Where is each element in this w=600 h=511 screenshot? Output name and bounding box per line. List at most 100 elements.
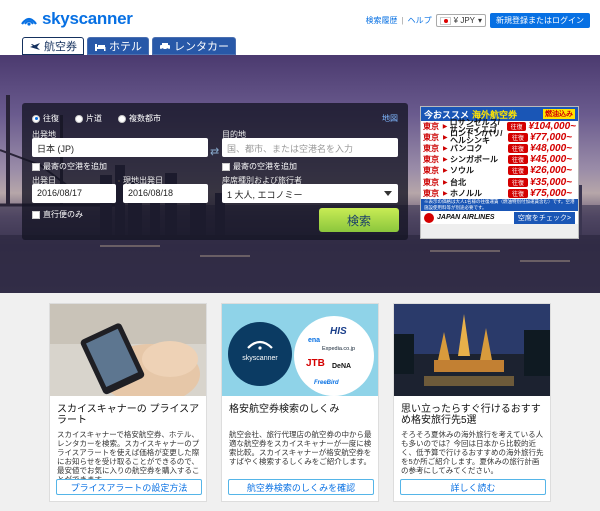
jal-logo: JAPAN AIRLINES	[424, 212, 495, 223]
checkbox-box	[222, 162, 230, 171]
map-link[interactable]: 地図	[382, 113, 398, 124]
checkbox-label: 最寄の空港を追加	[233, 162, 297, 171]
arrow-right-icon: ▶	[443, 134, 448, 141]
search-button[interactable]: 検索	[319, 208, 399, 232]
temple-photo	[394, 304, 550, 396]
fare-tag: 往復	[508, 177, 528, 187]
checkbox-box	[32, 210, 40, 219]
ad-route-row: 東京 ▶ ロンドン/パリ/ヘルシンキ 往復 ¥77,000~	[421, 129, 578, 146]
route-destination: ロンドン/パリ/ヘルシンキ	[450, 129, 503, 146]
logo-dena: DeNA	[332, 363, 351, 370]
ad-route-row: 東京 ▶ ホノルル 往復 ¥75,000~	[421, 187, 578, 200]
check-seats-button[interactable]: 空席をチェック>	[513, 211, 575, 224]
trip-type-radios: 往復 片道 複数都市	[32, 113, 161, 124]
logo-ena: ena	[308, 337, 320, 344]
skyscanner-logo[interactable]: skyscanner	[20, 9, 133, 29]
arrow-right-icon: ▶	[443, 145, 448, 152]
tab-hotels[interactable]: ホテル	[87, 37, 149, 55]
tab-label: ホテル	[109, 41, 142, 53]
phone-photo	[50, 304, 206, 396]
route-price: ¥104,000~	[528, 120, 576, 132]
card-body: スカイスキャナーで格安航空券、ホテル、レンタカーを検索。スカイスキャナーのプライ…	[57, 430, 200, 484]
logo-text: skyscanner	[42, 9, 133, 28]
chevron-down-icon	[384, 191, 392, 196]
tab-flights[interactable]: 航空券	[22, 37, 84, 55]
card-title: スカイスキャナーの プライスアラート	[57, 404, 200, 426]
ad-route-row: 東京 ▶ バンコク 往復 ¥48,000~	[421, 142, 578, 155]
route-price: ¥75,000~	[530, 187, 572, 199]
car-icon	[160, 42, 170, 51]
checkbox-box	[32, 162, 40, 171]
ad-fine-print: ※表示の価格は大人1名様の往復運賃（燃油特別付加運賃含む）です。空港施設使用料等…	[421, 199, 578, 212]
return-date-input[interactable]: 2016/08/18	[123, 184, 208, 203]
history-link[interactable]: 検索履歴	[366, 15, 398, 26]
crane-icon	[424, 212, 434, 223]
arrow-right-icon: ▶	[443, 157, 448, 164]
flight-search-panel: 往復 片道 複数都市 地図 出発地 日本 (JP) ⇄ 目的地 国、都市、または…	[22, 103, 408, 240]
arrow-right-icon: ▶	[443, 179, 448, 186]
jal-advertisement[interactable]: 今おススメ 海外航空券 燃油込み 東京 ▶ ロサンゼルス/サンディエゴ 往復 ¥…	[420, 106, 579, 239]
currency-selector[interactable]: ¥ JPY ▾	[435, 14, 486, 27]
sunrise-logo-icon	[21, 17, 37, 26]
destination-input[interactable]: 国、都市、または空港名を入力	[222, 138, 398, 157]
help-link[interactable]: ヘルプ	[408, 15, 432, 26]
route-destination: 台北	[450, 177, 466, 187]
route-price: ¥35,000~	[530, 176, 572, 188]
card-destinations: 思い立ったらすぐ行けるおすすめ格安旅行先5選 そろそろ夏休みの海外旅行を考えてい…	[393, 303, 551, 502]
ad-route-row: 東京 ▶ ソウル 往復 ¥26,000~	[421, 165, 578, 177]
route-destination: シンガポール	[450, 155, 498, 165]
fare-tag: 往復	[508, 188, 528, 198]
login-button[interactable]: 新規登録またはログイン	[490, 13, 590, 28]
tab-label: レンタカー	[174, 41, 229, 53]
route-origin: 東京	[423, 132, 439, 142]
depart-date-input[interactable]: 2016/08/17	[32, 184, 116, 203]
route-price: ¥26,000~	[530, 165, 572, 177]
direct-only-checkbox[interactable]: 直行便のみ	[32, 209, 83, 220]
ad-footer: JAPAN AIRLINES 空席をチェック>	[421, 211, 578, 225]
nearby-origin-checkbox[interactable]: 最寄の空港を追加	[32, 161, 107, 172]
route-price: ¥48,000~	[530, 142, 572, 154]
route-origin: 東京	[423, 166, 439, 176]
read-more-button[interactable]: 詳しく読む	[400, 479, 546, 495]
route-price: ¥77,000~	[530, 131, 572, 143]
radio-dot	[75, 114, 83, 123]
fare-tag: 往復	[508, 155, 528, 165]
card-title: 思い立ったらすぐ行けるおすすめ格安旅行先5選	[401, 404, 541, 426]
how-it-works-button[interactable]: 航空券検索のしくみを確認	[228, 479, 374, 495]
product-tabs: 航空券 ホテル レンタカー	[22, 37, 236, 55]
airline-name: JAPAN AIRLINES	[437, 214, 495, 222]
price-alert-button[interactable]: プライスアラートの設定方法	[56, 479, 202, 495]
nearby-destination-checkbox[interactable]: 最寄の空港を追加	[222, 161, 297, 172]
logo-freebird: FreeBird	[314, 380, 339, 386]
card-price-alert: スカイスキャナーの プライスアラート スカイスキャナーで格安航空券、ホテル、レン…	[49, 303, 207, 502]
card-body: 航空会社、旅行代理店の航空券の中から最適な航空券をスカイスキャナーが一度に検索比…	[229, 430, 372, 466]
arrow-right-icon: ▶	[443, 190, 448, 197]
phone-hand-image	[50, 304, 206, 396]
route-origin: 東京	[423, 121, 439, 131]
radio-label: 複数都市	[129, 114, 161, 123]
route-origin: 東京	[423, 155, 439, 165]
route-origin: 東京	[423, 143, 439, 153]
swap-icon[interactable]: ⇄	[210, 145, 222, 158]
route-origin: 東京	[423, 177, 439, 187]
radio-label: 片道	[86, 114, 102, 123]
tab-car-hire[interactable]: レンタカー	[152, 37, 236, 55]
radio-round-trip[interactable]: 往復	[32, 113, 59, 124]
partner-logos-illustration: skyscanner ena HIS Expedia.co.jp JTB DeN…	[222, 304, 378, 396]
origin-input[interactable]: 日本 (JP)	[32, 138, 208, 157]
cabin-travellers-select[interactable]: 1 大人, エコノミー	[222, 184, 398, 203]
ad-route-row: 東京 ▶ シンガポール 往復 ¥45,000~	[421, 154, 578, 166]
arrow-right-icon: ▶	[442, 123, 448, 130]
card-title: 格安航空券検索のしくみ	[229, 404, 340, 415]
route-destination: ホノルル	[450, 188, 482, 198]
separator: |	[401, 16, 404, 25]
partner-logos-image: skyscanner ena HIS Expedia.co.jp JTB DeN…	[222, 304, 378, 396]
card-body: そろそろ夏休みの海外旅行を考えている人も多いのでは？今回は日本から比較的近く、低…	[401, 430, 544, 475]
plane-icon	[30, 42, 40, 50]
logo-expedia: Expedia.co.jp	[322, 346, 355, 352]
radio-dot	[32, 114, 40, 123]
radio-multi-city[interactable]: 複数都市	[118, 113, 161, 124]
radio-one-way[interactable]: 片道	[75, 113, 102, 124]
logo-jtb: JTB	[306, 358, 325, 369]
ad-route-row: 東京 ▶ 台北 往復 ¥35,000~	[421, 176, 578, 189]
